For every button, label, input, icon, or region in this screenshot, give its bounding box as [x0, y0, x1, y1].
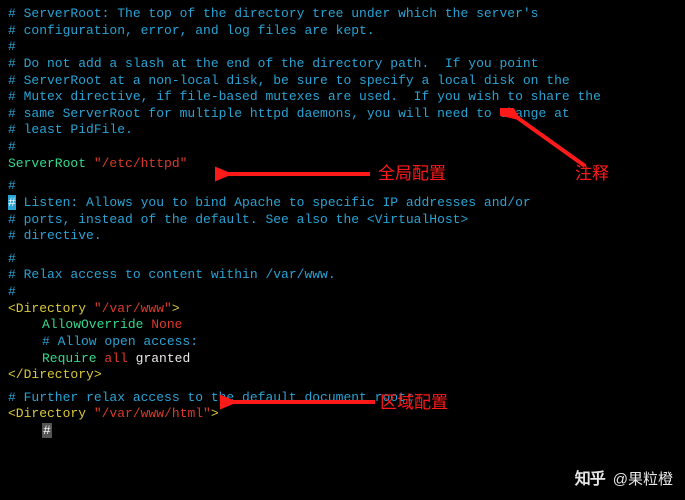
directive-name: Require: [42, 351, 97, 366]
directory-open: <Directory "/var/www">: [8, 301, 677, 318]
directory-close: </Directory>: [8, 367, 677, 384]
comment-line: # ServerRoot at a non-local disk, be sur…: [8, 73, 677, 90]
comment-line: #: [8, 284, 677, 301]
comment-line: # directive.: [8, 228, 677, 245]
comment-line: #: [8, 139, 677, 156]
dir-path: "/var/www/html": [94, 406, 211, 421]
hash-highlighted: #: [8, 195, 16, 210]
comment-text: Listen: Allows you to bind Apache to spe…: [16, 195, 531, 210]
comment-line: # Allow open access:: [8, 334, 677, 351]
require-line: Require all granted: [8, 351, 677, 368]
allow-override-line: AllowOverride None: [8, 317, 677, 334]
dir-tag: <Directory: [8, 406, 94, 421]
watermark: 知乎 @果粒橙: [575, 470, 673, 490]
directive-value: "/etc/httpd": [94, 156, 188, 171]
comment-line: # same ServerRoot for multiple httpd dae…: [8, 106, 677, 123]
comment-line: # Listen: Allows you to bind Apache to s…: [8, 195, 677, 212]
comment-line: #: [8, 39, 677, 56]
serverroot-line: ServerRoot "/etc/httpd": [8, 156, 677, 173]
comment-line: # Mutex directive, if file-based mutexes…: [8, 89, 677, 106]
dir-tag-close: >: [172, 301, 180, 316]
comment-line: #: [8, 178, 677, 195]
comment-line: # least PidFile.: [8, 122, 677, 139]
comment-line: # ServerRoot: The top of the directory t…: [8, 6, 677, 23]
comment-line: # Further relax access to the default do…: [8, 390, 677, 407]
comment-line: # configuration, error, and log files ar…: [8, 23, 677, 40]
comment-line: #: [8, 423, 677, 440]
comment-line: #: [8, 251, 677, 268]
directory-open: <Directory "/var/www/html">: [8, 406, 677, 423]
require-all: all: [104, 351, 127, 366]
dir-path: "/var/www": [94, 301, 172, 316]
cursor: #: [42, 423, 52, 438]
code-block: # ServerRoot: The top of the directory t…: [8, 6, 677, 440]
comment-line: # Relax access to content within /var/ww…: [8, 267, 677, 284]
dir-tag-close: >: [211, 406, 219, 421]
comment-line: # ports, instead of the default. See als…: [8, 212, 677, 229]
comment-line: # Do not add a slash at the end of the d…: [8, 56, 677, 73]
zhihu-logo: 知乎: [575, 470, 605, 490]
directive-value: None: [151, 317, 182, 332]
watermark-author: @果粒橙: [613, 470, 673, 489]
require-granted: granted: [136, 351, 191, 366]
directive-name: ServerRoot: [8, 156, 86, 171]
dir-tag: <Directory: [8, 301, 94, 316]
directive-name: AllowOverride: [42, 317, 143, 332]
